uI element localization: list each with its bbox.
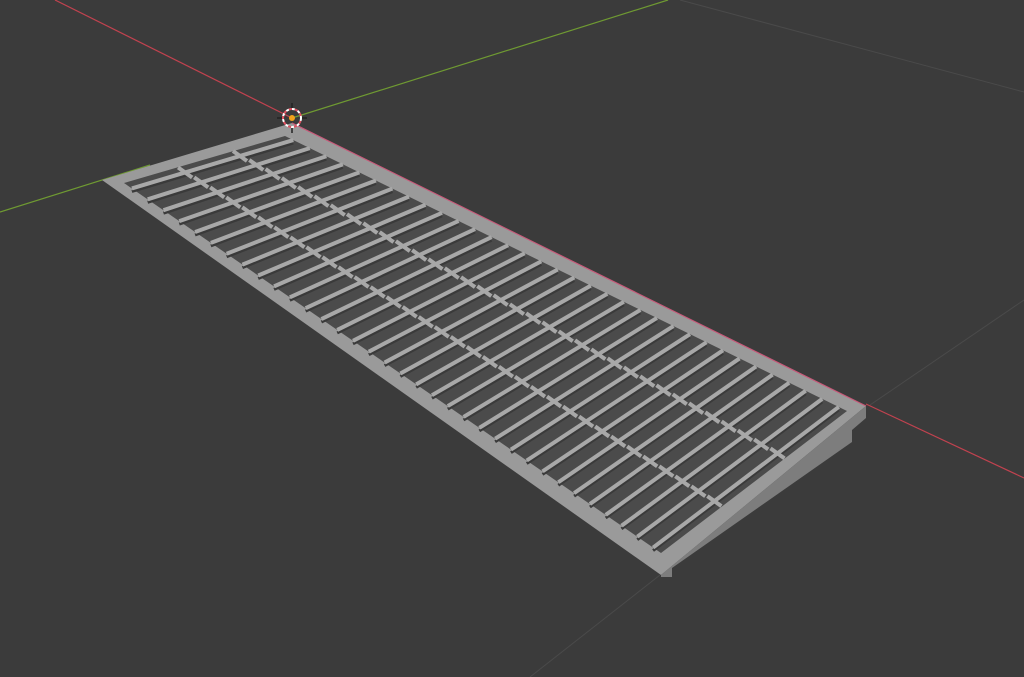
grid-line <box>529 574 661 677</box>
x-axis-line <box>865 403 1024 479</box>
x-axis-line <box>54 0 293 119</box>
grating-mesh[interactable] <box>102 122 867 577</box>
grid-line <box>869 299 1024 406</box>
3d-viewport[interactable] <box>0 0 1024 677</box>
grid-line <box>679 0 1024 93</box>
viewport-scene[interactable] <box>0 0 1024 677</box>
y-axis-line <box>291 0 669 119</box>
